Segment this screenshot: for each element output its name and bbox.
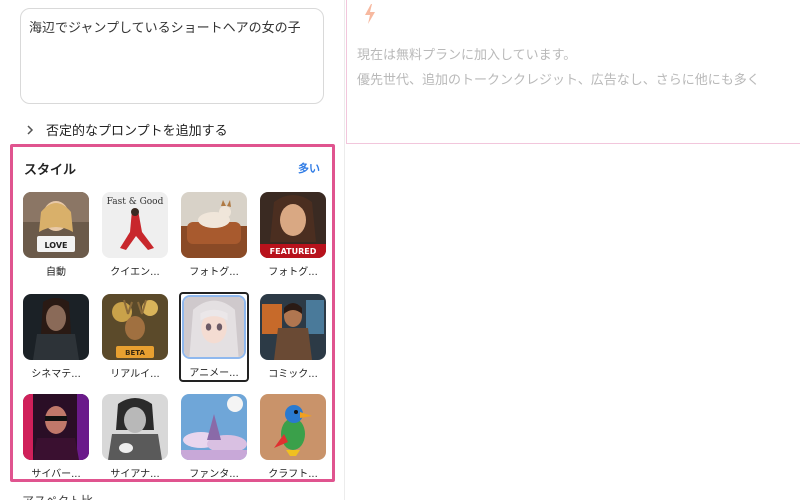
prompt-text: 海辺でジャンプしているショートヘアの女の子	[29, 21, 301, 36]
thumb-text: Fast & Good	[107, 197, 164, 207]
thumb-text: LOVE	[44, 241, 67, 250]
style-tile-label: シネマテ...	[31, 369, 81, 380]
upgrade-benefits-text: 優先世代、追加のトークンクレジット、広告なし、さらに他にも多く	[357, 73, 760, 88]
thumb-text: BETA	[125, 349, 145, 357]
style-thumbnail	[181, 192, 247, 258]
style-thumbnail	[181, 394, 247, 460]
style-thumbnail	[260, 394, 326, 460]
style-section: スタイル 多い LOVE 自動 Fast & Good クイエン... フォトグ…	[10, 144, 335, 482]
chevron-right-icon	[27, 124, 34, 135]
style-thumbnail	[102, 394, 168, 460]
style-tile-photo[interactable]: フォトグ...	[180, 192, 248, 278]
style-tile-label: 自動	[46, 267, 66, 278]
style-thumbnail	[23, 394, 89, 460]
style-thumbnail: FEATURED	[260, 192, 326, 258]
negative-prompt-label: 否定的なプロンプトを追加する	[46, 124, 228, 139]
style-tile-analog[interactable]: サイアナ...	[101, 394, 169, 480]
style-tile-realistic[interactable]: BETA リアルイ...	[101, 294, 169, 380]
lightning-icon	[365, 4, 375, 24]
panel-divider	[344, 0, 345, 500]
style-tile-anime[interactable]: アニメー...	[179, 292, 249, 382]
style-section-title: スタイル	[24, 163, 77, 178]
style-tile-label: フォトグ...	[268, 267, 318, 278]
add-negative-prompt-toggle[interactable]: 否定的なプロンプトを追加する	[24, 120, 228, 139]
style-tile-label: アニメー...	[189, 368, 239, 379]
style-tile-craft[interactable]: クラフト...	[259, 394, 327, 480]
thumb-text: FEATURED	[270, 247, 317, 256]
style-thumbnail	[182, 295, 246, 359]
style-tile-label: サイバー...	[31, 469, 81, 480]
style-tile-label: クイエン...	[110, 267, 160, 278]
style-thumbnail: LOVE	[23, 192, 89, 258]
style-tile-auto[interactable]: LOVE 自動	[22, 192, 90, 278]
style-tile-label: リアルイ...	[110, 369, 160, 380]
style-tile-label: クラフト...	[268, 469, 318, 480]
style-tile-label: サイアナ...	[110, 469, 160, 480]
style-tile-comic[interactable]: コミック...	[259, 294, 327, 380]
left-panel: 海辺でジャンプしているショートヘアの女の子 否定的なプロンプトを追加する スタイ…	[0, 0, 344, 500]
style-tile-quick[interactable]: Fast & Good クイエン...	[101, 192, 169, 278]
prompt-textarea[interactable]: 海辺でジャンプしているショートヘアの女の子	[20, 8, 324, 104]
style-thumbnail: Fast & Good	[102, 192, 168, 258]
style-thumbnail	[23, 294, 89, 360]
style-tile-fantasy[interactable]: ファンタ...	[180, 394, 248, 480]
aspect-ratio-heading: アスペクト比	[22, 490, 112, 500]
style-thumbnail: BETA	[102, 294, 168, 360]
free-plan-notice: 現在は無料プランに加入しています。	[357, 48, 577, 63]
style-more-link[interactable]: 多い	[298, 160, 320, 176]
style-tile-label: ファンタ...	[189, 469, 239, 480]
style-thumbnail	[260, 294, 326, 360]
plan-notice-panel: 現在は無料プランに加入しています。 優先世代、追加のトークンクレジット、広告なし…	[346, 0, 800, 144]
style-tile-photo-2[interactable]: FEATURED フォトグ...	[259, 192, 327, 278]
style-tile-label: フォトグ...	[189, 267, 239, 278]
style-tile-label: コミック...	[268, 369, 318, 380]
style-tile-cyberpunk[interactable]: サイバー...	[22, 394, 90, 480]
style-tile-cinematic[interactable]: シネマテ...	[22, 294, 90, 380]
